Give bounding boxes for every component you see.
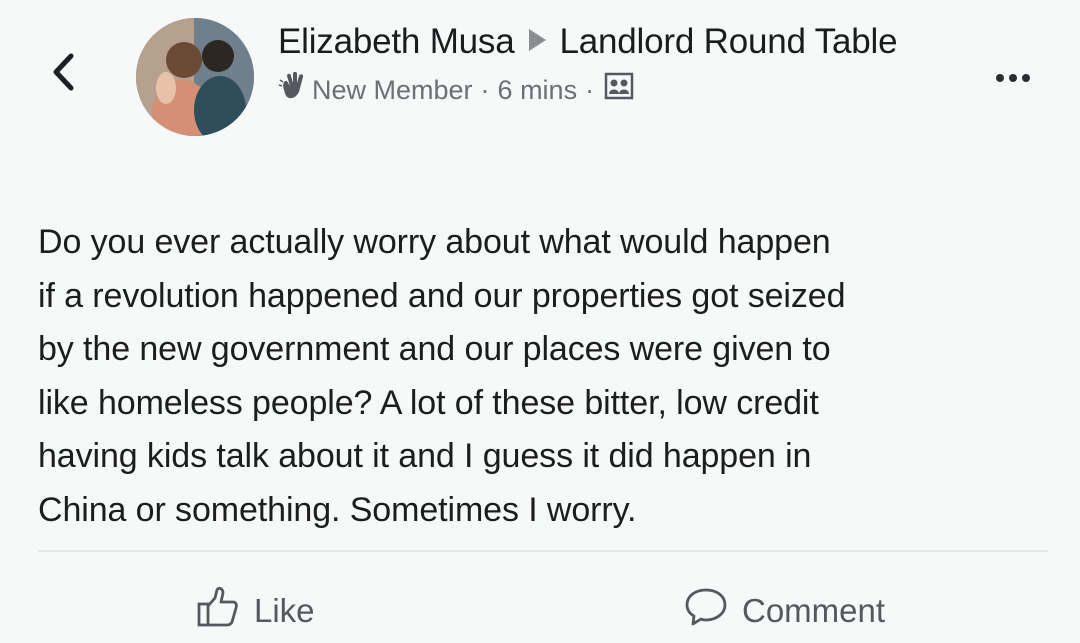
post-card: Elizabeth Musa Landlord Round Table New M… xyxy=(0,0,1080,643)
more-options-button[interactable] xyxy=(985,60,1041,96)
post-header: Elizabeth Musa Landlord Round Table New M… xyxy=(278,18,968,108)
post-meta: New Member · 6 mins · xyxy=(278,71,968,108)
author-name[interactable]: Elizabeth Musa xyxy=(278,22,515,61)
back-button[interactable] xyxy=(44,44,84,100)
more-horizontal-icon xyxy=(996,74,1004,82)
comment-label: Comment xyxy=(742,592,886,629)
group-icon xyxy=(604,72,634,108)
divider xyxy=(38,550,1048,552)
waving-hand-icon xyxy=(278,71,308,108)
chevron-left-icon xyxy=(53,53,74,91)
triangle-right-icon xyxy=(528,29,546,51)
like-label: Like xyxy=(254,592,315,629)
separator: · xyxy=(480,75,490,105)
post-body: Do you ever actually worry about what wo… xyxy=(38,223,846,529)
like-button[interactable]: Like xyxy=(196,585,315,637)
post-title: Elizabeth Musa Landlord Round Table xyxy=(278,18,968,66)
member-badge: New Member xyxy=(312,75,473,105)
comment-button[interactable]: Comment xyxy=(684,585,885,637)
group-name[interactable]: Landlord Round Table xyxy=(560,22,898,61)
separator: · xyxy=(585,75,595,105)
avatar[interactable] xyxy=(136,18,254,136)
speech-bubble-icon xyxy=(684,586,728,636)
thumbs-up-icon xyxy=(196,586,240,636)
post-time[interactable]: 6 mins xyxy=(498,73,578,107)
